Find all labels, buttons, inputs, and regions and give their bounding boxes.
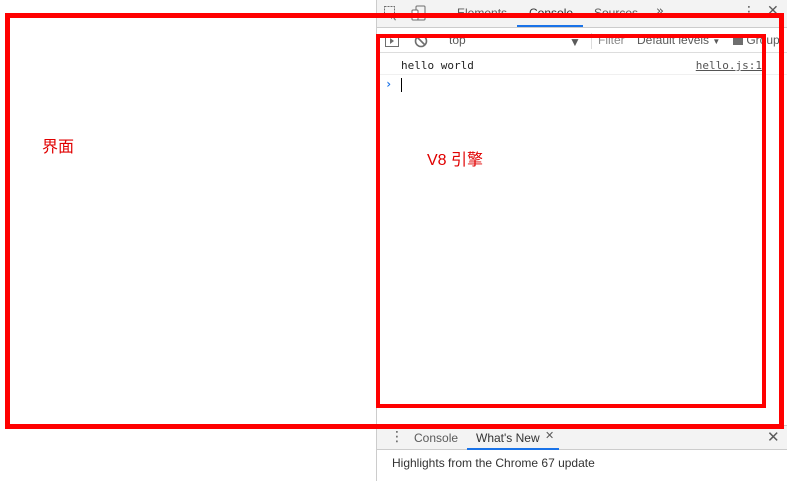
drawer-tab-console[interactable]: Console bbox=[414, 431, 458, 445]
close-drawer-icon[interactable]: ✕ bbox=[767, 428, 780, 446]
drawer-tab-whats-new[interactable]: What's New bbox=[476, 431, 540, 445]
active-drawer-tab-indicator bbox=[467, 448, 559, 450]
whats-new-highlight: Highlights from the Chrome 67 update bbox=[392, 456, 595, 470]
close-tab-icon[interactable]: ✕ bbox=[545, 429, 554, 442]
annotation-label-ui: 界面 bbox=[42, 139, 75, 156]
annotation-box-v8 bbox=[376, 34, 766, 408]
annotation-label-v8: V8 引擎 bbox=[427, 152, 484, 169]
drawer-menu-icon[interactable]: ⋮ bbox=[390, 429, 404, 445]
